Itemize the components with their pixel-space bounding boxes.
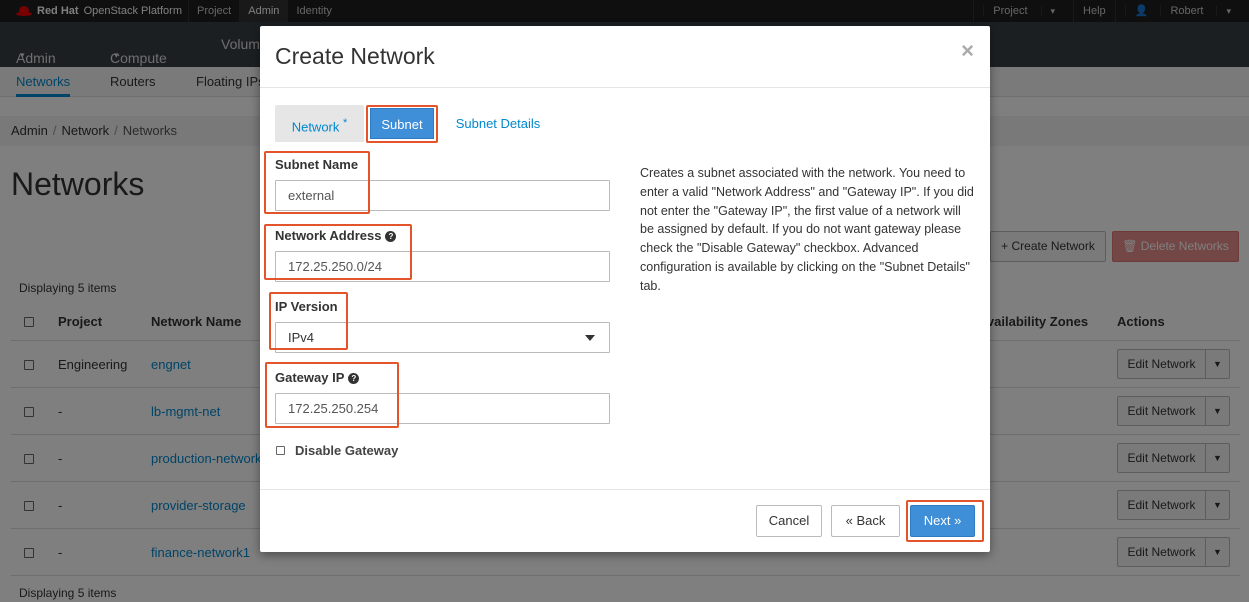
highlight-network-address [264,224,412,280]
disable-gateway-checkbox[interactable]: Disable Gateway [276,443,398,458]
required-asterisk: * [343,117,348,129]
subnet-help-text: Creates a subnet associated with the net… [640,166,974,293]
highlight-gateway-ip [265,362,399,428]
checkbox-box[interactable] [276,446,285,455]
wizard-tab-network[interactable]: Network * [275,105,364,142]
modal-header: Create Network × [260,26,990,88]
cancel-button[interactable]: Cancel [756,505,822,537]
highlight-ip-version [269,292,348,350]
caret-down-icon [585,335,595,341]
modal-footer-divider [260,489,990,490]
highlight-next-button [906,500,984,542]
close-icon[interactable]: × [961,38,974,64]
chevron-double-left-icon: « [845,513,853,528]
highlight-subnet-name [264,151,370,214]
highlight-subnet-tab [366,105,438,143]
back-button[interactable]: « Back [831,505,900,537]
wizard-tab-subnet-details[interactable]: Subnet Details [450,105,546,142]
create-network-modal: Create Network × Network * Subnet Subnet… [260,26,990,552]
modal-title: Create Network [275,43,435,69]
